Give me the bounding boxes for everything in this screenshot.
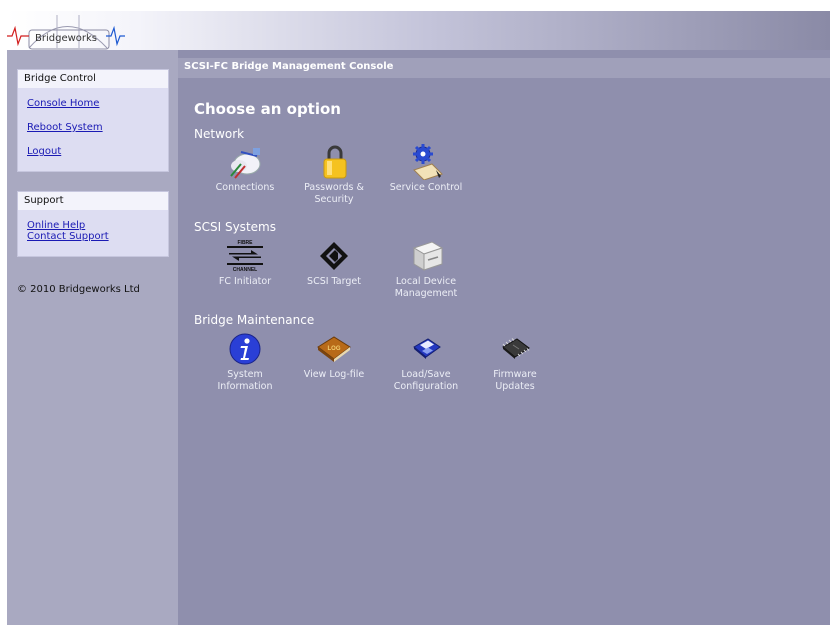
scsi-target-icon xyxy=(314,238,354,274)
copyright-text: © 2010 Bridgeworks Ltd xyxy=(17,284,140,295)
bridgeworks-logo: Bridgeworks xyxy=(7,11,127,50)
online-help-link[interactable]: Online Help xyxy=(18,220,168,231)
logo-text: Bridgeworks xyxy=(35,33,98,44)
system-information-label: System Information xyxy=(217,369,273,392)
local-device-management-label: Local Device Management xyxy=(394,276,458,299)
service-control-option[interactable]: Service Control xyxy=(381,144,471,194)
service-control-icon xyxy=(406,144,446,181)
fc-initiator-label: FC Initiator xyxy=(218,276,272,287)
info-icon xyxy=(225,331,265,367)
reboot-system-link[interactable]: Reboot System xyxy=(18,122,168,133)
console-home-link[interactable]: Console Home xyxy=(18,98,168,109)
support-title: Support xyxy=(18,192,168,210)
passwords-security-label: Passwords & Security xyxy=(304,182,364,205)
logout-link[interactable]: Logout xyxy=(18,146,168,157)
log-text: LOG xyxy=(328,346,341,352)
bridge-control-panel: Bridge Control Console Home Reboot Syste… xyxy=(17,69,169,172)
load-save-configuration-label: Load/Save Configuration xyxy=(393,369,459,392)
contact-support-link[interactable]: Contact Support xyxy=(18,231,168,242)
connections-option[interactable]: Connections xyxy=(200,144,290,194)
support-panel: Support Online Help Contact Support xyxy=(17,191,169,257)
header: Bridgeworks xyxy=(7,11,830,50)
section-maintenance-title: Bridge Maintenance xyxy=(194,313,315,327)
padlock-icon xyxy=(314,144,354,180)
fibre-channel-icon: FIBRE CHANNEL xyxy=(225,238,265,274)
system-information-option[interactable]: System Information xyxy=(200,331,290,393)
section-network-title: Network xyxy=(194,127,245,141)
fc-initiator-option[interactable]: FIBRE CHANNEL FC Initiator xyxy=(200,238,290,288)
main-panel: SCSI-FC Bridge Management Console Choose… xyxy=(178,50,830,625)
view-log-file-label: View Log-file xyxy=(303,369,365,380)
service-control-label: Service Control xyxy=(389,182,463,193)
console-title-bar: SCSI-FC Bridge Management Console xyxy=(178,58,830,78)
connections-label: Connections xyxy=(215,182,275,193)
chip-icon xyxy=(495,331,535,367)
firmware-updates-label: Firmware Updates xyxy=(493,369,537,392)
firmware-updates-option[interactable]: Firmware Updates xyxy=(470,331,560,393)
page-frame: Bridgeworks Bridge Control Console Home … xyxy=(7,11,830,625)
connections-icon xyxy=(225,144,265,180)
load-save-configuration-option[interactable]: Load/Save Configuration xyxy=(381,331,471,393)
console-title: SCSI-FC Bridge Management Console xyxy=(184,61,394,72)
scsi-target-label: SCSI Target xyxy=(307,276,361,287)
channel-text: CHANNEL xyxy=(233,267,257,273)
fibre-text: FIBRE xyxy=(238,240,254,246)
page-heading: Choose an option xyxy=(194,100,341,118)
local-device-management-option[interactable]: Local Device Management xyxy=(381,238,471,300)
passwords-security-option[interactable]: Passwords & Security xyxy=(289,144,379,206)
floppy-disk-icon xyxy=(406,331,446,367)
log-book-icon: LOG xyxy=(314,331,354,367)
view-log-file-option[interactable]: LOG View Log-file xyxy=(289,331,379,381)
scsi-target-option[interactable]: SCSI Target xyxy=(289,238,379,288)
section-scsi-title: SCSI Systems xyxy=(194,220,276,234)
local-device-icon xyxy=(406,238,446,274)
sidebar: Bridge Control Console Home Reboot Syste… xyxy=(7,50,178,625)
bridge-control-title: Bridge Control xyxy=(18,70,168,88)
